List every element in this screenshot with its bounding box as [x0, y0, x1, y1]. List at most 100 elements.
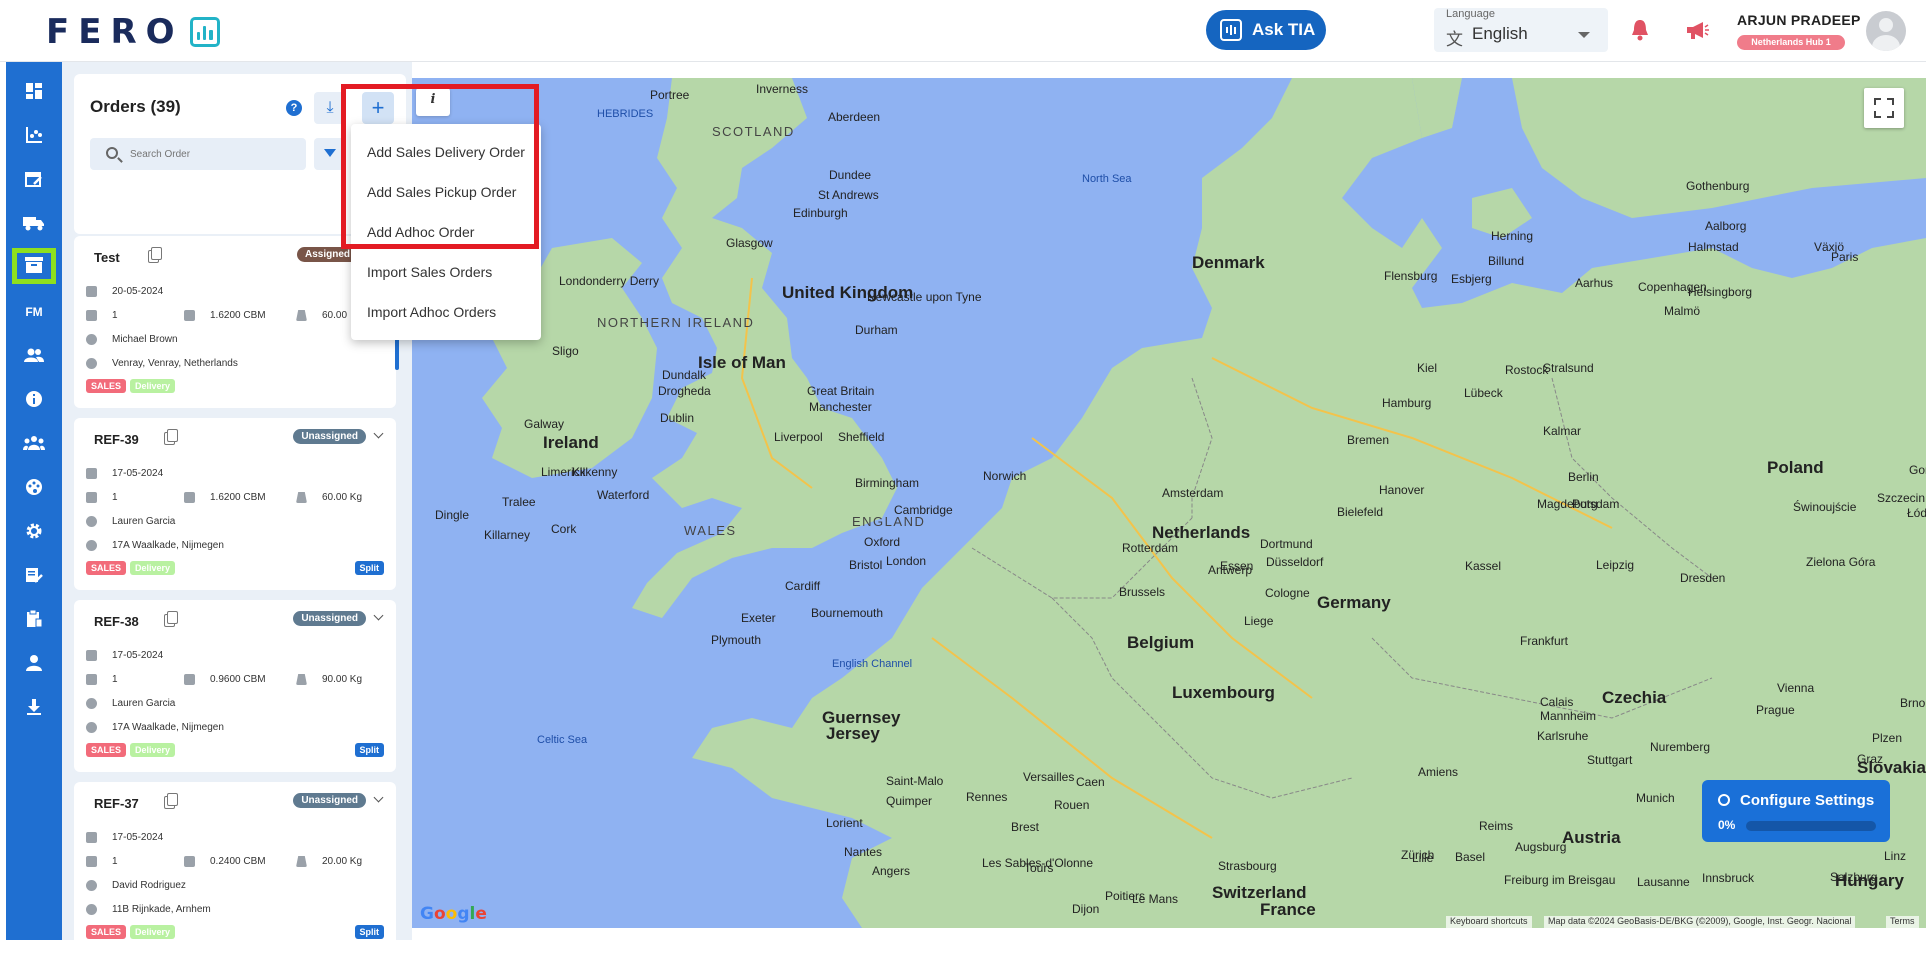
- help-icon[interactable]: ?: [286, 100, 302, 116]
- sales-tag: SALES: [86, 925, 127, 939]
- info-tab-button[interactable]: i: [416, 88, 450, 116]
- calendar-icon: [86, 650, 97, 661]
- map-city-label: Lille: [1412, 851, 1434, 865]
- fero-logo[interactable]: FERO: [46, 12, 220, 52]
- split-tag[interactable]: Split: [354, 925, 384, 939]
- menu-item-add-sales-delivery[interactable]: Add Sales Delivery Order: [351, 132, 541, 172]
- sidebar-item-dashboard[interactable]: [12, 74, 56, 110]
- translate-icon: 文: [1446, 30, 1463, 49]
- location-pin-icon: [86, 358, 97, 369]
- map-city-label: Berlin: [1568, 470, 1599, 484]
- menu-item-import-adhoc[interactable]: Import Adhoc Orders: [351, 292, 541, 332]
- menu-item-add-sales-pickup[interactable]: Add Sales Pickup Order: [351, 172, 541, 212]
- map-country-label: Belgium: [1127, 633, 1195, 652]
- map-city-label: Newcastle upon Tyne: [867, 290, 982, 304]
- map-city-label: Hanover: [1379, 483, 1425, 497]
- map-city-label: Augsburg: [1515, 840, 1567, 854]
- menu-item-add-adhoc[interactable]: Add Adhoc Order: [351, 212, 541, 252]
- map-city-label: Caen: [1076, 775, 1105, 789]
- filter-button[interactable]: [314, 138, 346, 170]
- info-icon: [25, 390, 43, 411]
- language-select[interactable]: Language 文 English: [1434, 8, 1608, 52]
- map-city-label: Birmingham: [855, 476, 920, 490]
- tia-assistant-icon: [1220, 19, 1242, 41]
- sidebar-item-analytics[interactable]: [12, 118, 56, 154]
- customer-name: Michael Brown: [112, 334, 178, 345]
- sidebar-item-team[interactable]: [12, 426, 56, 462]
- copy-icon[interactable]: [148, 247, 162, 263]
- split-tag[interactable]: Split: [354, 743, 384, 757]
- circle-icon: [1718, 794, 1730, 806]
- bell-icon[interactable]: [1630, 18, 1650, 42]
- configure-settings-widget[interactable]: Configure Settings 0%: [1702, 780, 1890, 842]
- download-icon: [26, 698, 42, 719]
- sales-tag: SALES: [86, 379, 127, 393]
- sidebar-item-download[interactable]: [12, 690, 56, 726]
- sidebar-item-settings[interactable]: [12, 514, 56, 550]
- sidebar-item-users[interactable]: [12, 338, 56, 374]
- order-card[interactable]: REF-37 Unassigned 17-05-2024 1 0.2400 CBM 20.…: [74, 782, 396, 954]
- map-city-label: Herning: [1491, 229, 1534, 243]
- terms-link[interactable]: Terms: [1886, 916, 1919, 928]
- map-city-label: Essen: [1220, 559, 1254, 573]
- sidebar-item-fleet[interactable]: [12, 206, 56, 242]
- map-country-label: France: [1260, 900, 1316, 919]
- map-country-label: Jersey: [826, 724, 880, 743]
- megaphone-icon[interactable]: [1685, 20, 1709, 40]
- map-city-label: Edinburgh: [793, 206, 848, 220]
- chevron-down-icon[interactable]: [373, 610, 384, 621]
- logo-bars-icon: [189, 17, 220, 47]
- map-city-label: Manchester: [809, 400, 872, 414]
- copy-icon[interactable]: [164, 611, 178, 627]
- google-logo: Google: [420, 904, 487, 924]
- map-city-label: Stuttgart: [1587, 753, 1633, 767]
- map-city-label: Aarhus: [1575, 276, 1614, 290]
- keyboard-shortcuts-link[interactable]: Keyboard shortcuts: [1446, 916, 1532, 928]
- order-address: Venray, Venray, Netherlands: [112, 358, 238, 369]
- map-country-label: Czechia: [1602, 688, 1667, 707]
- avatar[interactable]: [1866, 11, 1906, 51]
- copy-icon[interactable]: [164, 793, 178, 809]
- map-city-label: Cork: [551, 522, 577, 536]
- order-weight: 20.00 Kg: [322, 856, 363, 867]
- team-icon: [23, 435, 45, 454]
- sidebar-item-theme[interactable]: [12, 470, 56, 506]
- map-city-label: Rostock: [1505, 363, 1549, 377]
- map-city-label: Mannheim: [1540, 709, 1597, 723]
- delivery-tag: Delivery: [130, 561, 176, 575]
- sidebar-item-profile[interactable]: [12, 646, 56, 682]
- hub-badge: Netherlands Hub 1: [1737, 35, 1845, 50]
- sidebar-item-fm[interactable]: FM: [12, 294, 56, 330]
- sidebar-item-info[interactable]: [12, 382, 56, 418]
- fullscreen-button[interactable]: [1864, 88, 1904, 128]
- sidebar-item-schedule[interactable]: [12, 162, 56, 198]
- analytics-icon: [25, 126, 43, 147]
- split-tag[interactable]: Split: [354, 561, 384, 575]
- order-card[interactable]: Test Assigned 20-05-2024 1 1.6200 CBM 60.00 Mi…: [74, 236, 396, 408]
- chevron-down-icon[interactable]: [373, 428, 384, 439]
- ask-tia-button[interactable]: Ask TIA: [1206, 10, 1326, 50]
- order-card[interactable]: REF-39 Unassigned 17-05-2024 1 1.6200 CBM 60.…: [74, 418, 396, 590]
- map-city-label: London: [886, 554, 927, 568]
- map-city-label: Esbjerg: [1451, 272, 1492, 286]
- chevron-down-icon[interactable]: [373, 792, 384, 803]
- calendar-icon: [86, 468, 97, 479]
- plus-icon: +: [371, 95, 385, 120]
- menu-item-import-sales[interactable]: Import Sales Orders: [351, 252, 541, 292]
- map-city-label: Kassel: [1465, 559, 1502, 573]
- ask-tia-label: Ask TIA: [1252, 20, 1316, 39]
- map-view[interactable]: North Sea English Channel Celtic Sea HEBRID…: [412, 78, 1926, 928]
- sidebar-item-notes[interactable]: [12, 558, 56, 594]
- copy-icon[interactable]: [164, 429, 178, 445]
- order-card[interactable]: REF-38 Unassigned 17-05-2024 1 0.9600 CBM 90.…: [74, 600, 396, 772]
- weight-icon: [296, 310, 307, 321]
- order-address: 17A Waalkade, Nijmegen: [112, 722, 224, 733]
- order-qty: 1: [112, 310, 118, 321]
- sidebar-item-orders[interactable]: [12, 248, 56, 284]
- cube-icon: [184, 492, 195, 503]
- search-input[interactable]: [130, 144, 300, 164]
- add-order-button[interactable]: +: [362, 92, 394, 124]
- sidebar-item-reports[interactable]: [12, 602, 56, 638]
- configure-progress-bar: [1746, 821, 1876, 831]
- download-orders-button[interactable]: ⤓: [314, 92, 346, 124]
